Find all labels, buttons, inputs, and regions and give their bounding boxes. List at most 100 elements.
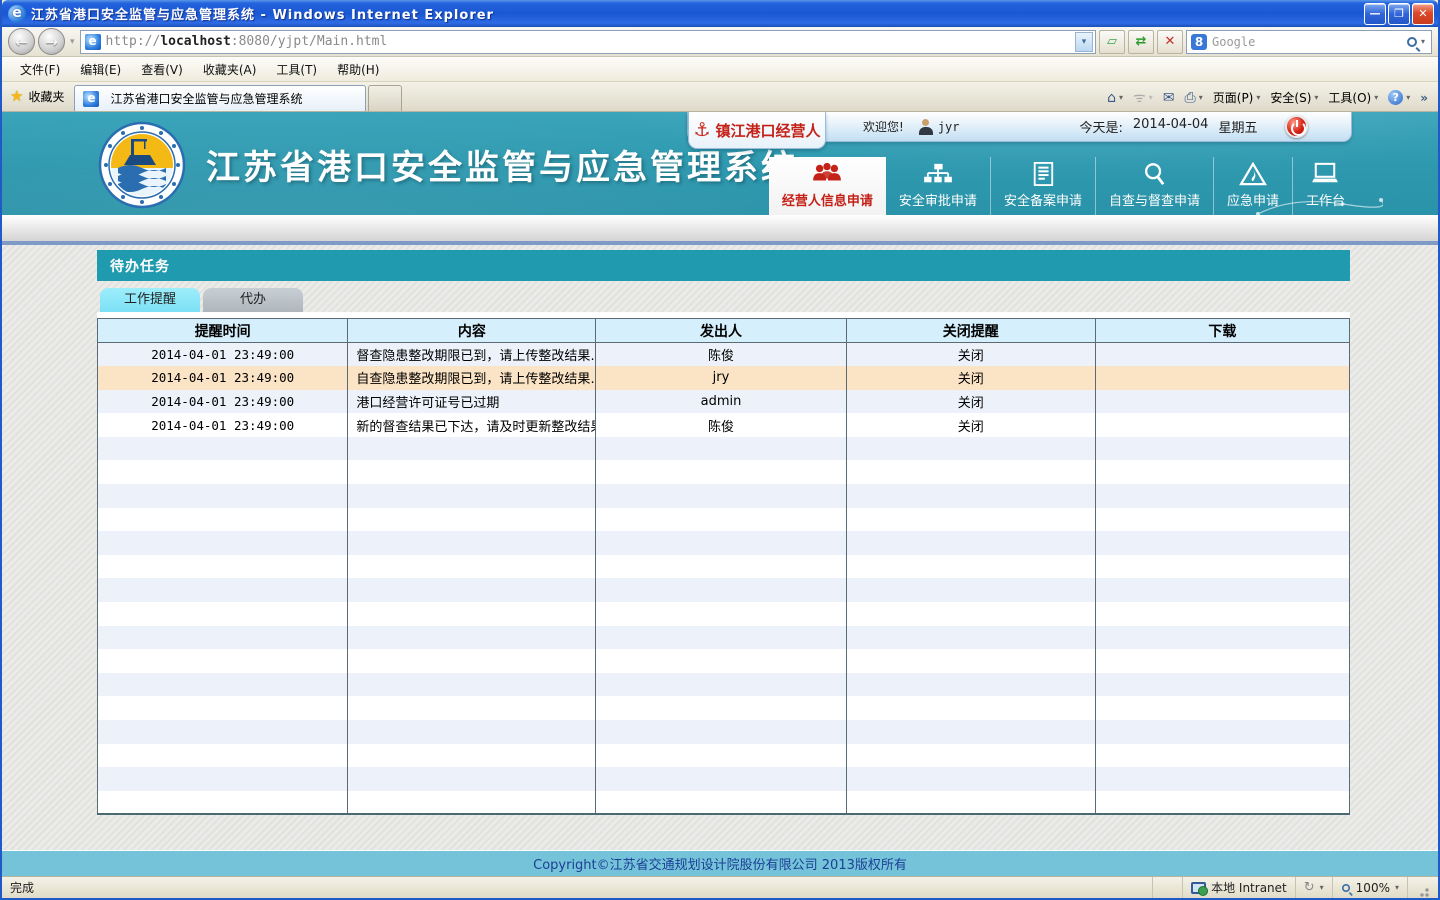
nav-item-safety-record[interactable]: 安全备案申请	[990, 157, 1095, 215]
cell-close	[846, 460, 1095, 484]
cell-time	[98, 696, 348, 720]
menu-edit[interactable]: 编辑(E)	[70, 58, 131, 81]
logout-power-button[interactable]	[1285, 115, 1308, 138]
cell-download	[1095, 390, 1349, 414]
cell-sender: 陈俊	[596, 413, 846, 437]
menu-tools[interactable]: 工具(T)	[266, 58, 327, 81]
table-row-empty	[98, 437, 1350, 461]
menu-file[interactable]: 文件(F)	[10, 58, 70, 81]
cell-close[interactable]: 关闭	[846, 343, 1095, 367]
cell-sender	[596, 791, 846, 815]
print-dropdown-icon[interactable]: ▾	[1199, 93, 1203, 102]
new-tab-stub[interactable]	[368, 85, 402, 111]
cell-time	[98, 720, 348, 744]
search-input[interactable]: 8 Google ▾	[1186, 30, 1432, 54]
home-dropdown-icon[interactable]: ▾	[1119, 93, 1123, 102]
menu-view[interactable]: 查看(V)	[131, 58, 193, 81]
close-button[interactable]: ✕	[1412, 3, 1434, 25]
browser-tab[interactable]: e 江苏省港口安全监管与应急管理系统	[74, 85, 366, 111]
cell-sender	[596, 508, 846, 532]
cell-sender	[596, 767, 846, 791]
favorites-button[interactable]: ★ 收藏夹	[2, 82, 74, 111]
users-icon	[810, 162, 844, 186]
refresh-button[interactable]: ⇄	[1128, 30, 1154, 54]
cell-download	[1095, 578, 1349, 602]
cell-time: 2014-04-01 23:49:00	[98, 366, 348, 390]
nav-item-inspection[interactable]: 自查与督查申请	[1095, 157, 1213, 215]
menu-bar: 文件(F) 编辑(E) 查看(V) 收藏夹(A) 工具(T) 帮助(H)	[2, 57, 1438, 82]
table-row-empty	[98, 531, 1350, 555]
feed-dropdown-icon: ▾	[1149, 93, 1153, 102]
table-row-empty	[98, 578, 1350, 602]
cell-close	[846, 578, 1095, 602]
panel-title: 待办任务	[97, 250, 1350, 281]
search-icon[interactable]	[1407, 37, 1417, 47]
panel-tabs: 工作提醒 代办	[100, 288, 1350, 312]
safety-menu-button[interactable]: 安全(S)▾	[1270, 89, 1318, 106]
cell-close	[846, 673, 1095, 697]
warning-icon	[1238, 162, 1268, 186]
cell-time	[98, 602, 348, 626]
read-mail-icon[interactable]: ✉	[1163, 90, 1175, 106]
zoom-control[interactable]: 100% ▾	[1332, 877, 1407, 898]
table-row: 2014-04-01 23:49:00自查隐患整改期限已到，请上传整改结果…jr…	[98, 366, 1350, 390]
table-row: 2014-04-01 23:49:00新的督查结果已下达，请及时更新整改结果陈俊…	[98, 413, 1350, 437]
compatibility-view-button[interactable]: ▱	[1099, 30, 1125, 54]
search-dropdown-icon[interactable]: ▾	[1421, 37, 1425, 46]
tab-todo[interactable]: 代办	[203, 288, 303, 312]
cell-content	[348, 437, 596, 461]
menu-favorites[interactable]: 收藏夹(A)	[193, 58, 267, 81]
cell-sender	[596, 626, 846, 650]
cell-sender	[596, 437, 846, 461]
table-row-empty	[98, 649, 1350, 673]
nav-item-workbench[interactable]: 工作台	[1292, 157, 1358, 215]
cell-close[interactable]: 关闭	[846, 390, 1095, 414]
url-text: http://localhost:8080/yjpt/Main.html	[106, 34, 1075, 49]
restore-button[interactable]: ❐	[1388, 3, 1410, 25]
home-icon[interactable]: ⌂	[1107, 90, 1116, 106]
favorites-bar: ★ 收藏夹 e 江苏省港口安全监管与应急管理系统 ⌂▾ ᯤ▾ ✉ ⎙▾ 页面(P…	[2, 82, 1438, 112]
nav-item-operator-info[interactable]: 经营人信息申请	[769, 157, 886, 215]
cell-content	[348, 720, 596, 744]
forward-button[interactable]: →	[38, 28, 65, 55]
address-dropdown-button[interactable]: ▾	[1075, 32, 1093, 52]
cell-sender	[596, 602, 846, 626]
stop-button[interactable]: ✕	[1157, 30, 1183, 54]
tab-work-reminder[interactable]: 工作提醒	[100, 288, 200, 312]
nav-item-emergency[interactable]: 应急申请	[1213, 157, 1292, 215]
menu-help[interactable]: 帮助(H)	[327, 58, 389, 81]
table-row-empty	[98, 791, 1350, 815]
minimize-button[interactable]: —	[1364, 3, 1386, 25]
nav-item-safety-approval[interactable]: 安全审批申请	[886, 157, 990, 215]
help-icon: ?	[1388, 90, 1403, 105]
back-button[interactable]: ←	[8, 28, 35, 55]
cell-content	[348, 673, 596, 697]
cell-time	[98, 626, 348, 650]
address-input[interactable]: e http://localhost:8080/yjpt/Main.html ▾	[80, 30, 1096, 54]
cell-content	[348, 626, 596, 650]
resize-grip[interactable]	[1407, 877, 1438, 898]
cell-time	[98, 555, 348, 579]
zoom-icon	[1342, 884, 1350, 892]
cell-sender	[596, 744, 846, 768]
overflow-chevron-icon[interactable]: »	[1420, 91, 1428, 105]
protected-dropdown-icon: ▾	[1320, 883, 1324, 892]
tools-menu-button[interactable]: 工具(O)▾	[1328, 89, 1378, 106]
cell-content	[348, 696, 596, 720]
cell-content: 新的督查结果已下达，请及时更新整改结果	[348, 413, 596, 437]
page-menu-button[interactable]: 页面(P)▾	[1213, 89, 1261, 106]
cell-download	[1095, 555, 1349, 579]
cell-download	[1095, 649, 1349, 673]
help-menu-button[interactable]: ?▾	[1388, 90, 1410, 105]
cell-close[interactable]: 关闭	[846, 413, 1095, 437]
print-icon[interactable]: ⎙	[1185, 90, 1196, 106]
protected-mode-button[interactable]: ↻ ▾	[1295, 877, 1332, 898]
feed-icon[interactable]: ᯤ	[1133, 88, 1146, 107]
cell-close	[846, 602, 1095, 626]
cell-close	[846, 626, 1095, 650]
cell-close[interactable]: 关闭	[846, 366, 1095, 390]
page-favicon: e	[85, 34, 101, 50]
anchor-icon: ⚓	[693, 119, 710, 141]
header-time: 提醒时间	[98, 319, 348, 343]
history-dropdown-icon[interactable]: ▾	[70, 37, 75, 47]
